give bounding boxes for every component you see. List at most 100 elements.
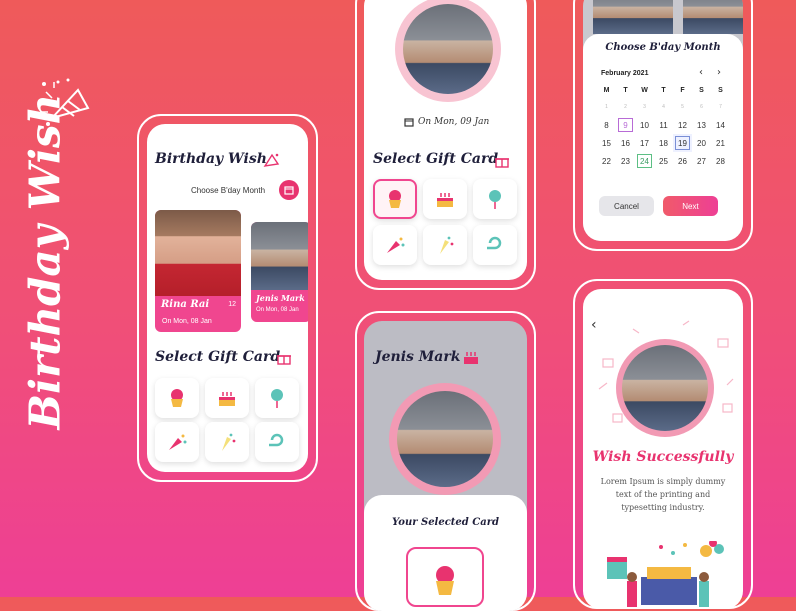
success-screen: ‹ Wish Successfully Lorem Ipsum is simpl…: [583, 289, 743, 609]
celebration-illustration: [607, 541, 724, 607]
day-cell[interactable]: 26: [673, 152, 692, 170]
weekday-label: T: [661, 86, 666, 94]
home-title: Birthday Wish: [155, 151, 267, 167]
person-name: Jenis Mark: [256, 293, 305, 303]
birthday-date: On Mon, 09 Jan: [404, 117, 489, 127]
day-cell[interactable]: 25: [654, 152, 673, 170]
day-cell[interactable]: 5: [673, 98, 692, 116]
gift-section-title: Select Gift Card: [373, 151, 499, 167]
week-row: 15 16 17 18 19 20 21: [597, 134, 730, 152]
person-card-jenis[interactable]: Jenis Mark On Mon, 08 Jan: [251, 222, 308, 322]
person-title: Jenis Mark: [375, 349, 461, 365]
person-card-rina[interactable]: Rina Rai 12 On Mon, 08 Jan: [155, 210, 241, 332]
gift-icon: [495, 158, 509, 168]
day-cell[interactable]: 1: [597, 98, 616, 116]
day-cell[interactable]: 22: [597, 152, 616, 170]
gift-card-lollipop[interactable]: [473, 179, 517, 219]
day-cell[interactable]: 27: [692, 152, 711, 170]
selected-screen: Jenis Mark Your Selected Card: [364, 321, 527, 611]
week-row: 1234567: [597, 98, 730, 116]
person-age: 12: [228, 301, 236, 308]
day-cell[interactable]: 4: [654, 98, 673, 116]
gift-card-blower[interactable]: [255, 422, 299, 462]
selected-card-title: Your Selected Card: [392, 517, 499, 528]
cancel-button[interactable]: Cancel: [599, 196, 654, 216]
calendar-button[interactable]: [279, 180, 299, 200]
day-cell[interactable]: 2: [616, 98, 635, 116]
gift-card-popper[interactable]: [373, 225, 417, 265]
avatar-ring: [389, 383, 501, 495]
day-cell[interactable]: 21: [711, 134, 730, 152]
cupcake-icon: [171, 389, 183, 407]
party-blower-icon: [269, 433, 284, 447]
week-row: 22 23 24 25 26 27 28: [597, 152, 730, 170]
party-popper-icon: [263, 153, 280, 167]
day-cell[interactable]: 14: [711, 116, 730, 134]
day-cell[interactable]: 28: [711, 152, 730, 170]
cake-icon: [437, 193, 453, 207]
weekday-label: F: [680, 86, 685, 94]
avatar-ring: [395, 0, 501, 102]
avatar: [403, 4, 493, 94]
day-cell[interactable]: 23: [616, 152, 635, 170]
day-cell[interactable]: 18: [654, 134, 673, 152]
day-cell-selected[interactable]: 9: [616, 116, 635, 134]
person-photo: [251, 222, 308, 290]
day-cell-today[interactable]: 24: [635, 152, 654, 170]
gift-card-confetti[interactable]: [423, 225, 467, 265]
person-photo: [593, 0, 673, 34]
day-cell[interactable]: 7: [711, 98, 730, 116]
gift-card-blower[interactable]: [473, 225, 517, 265]
next-button[interactable]: Next: [663, 196, 718, 216]
day-cell[interactable]: 17: [635, 134, 654, 152]
party-popper-icon: [387, 237, 405, 253]
avatar: [622, 345, 708, 431]
picker-title: Choose B'day Month: [605, 42, 721, 53]
month-label: February 2021: [601, 70, 649, 77]
weekday-row: MTWTFSS: [597, 82, 730, 98]
week-row: 8 9 10 11 12 13 14: [597, 116, 730, 134]
calendar-icon: [284, 186, 294, 195]
calendar-grid: MTWTFSS 1234567 8 9 10 11 12 13 14 15 16 17 18 19 2…: [597, 82, 730, 170]
day-cell[interactable]: 11: [654, 116, 673, 134]
person-date: On Mon, 08 Jan: [162, 318, 212, 325]
person-name: Rina Rai: [161, 299, 210, 310]
weekday-label: M: [603, 86, 610, 94]
gift-card-popper[interactable]: [155, 422, 199, 462]
gift-card-lollipop[interactable]: [255, 378, 299, 418]
success-title: Wish Successfully: [592, 449, 734, 465]
gift-card-cake[interactable]: [205, 378, 249, 418]
calendar-screen: Choose B'day Month February 2021 ‹ › M T W…: [583, 0, 743, 241]
lollipop-icon: [489, 190, 501, 209]
weekday-label: T: [623, 86, 628, 94]
day-cell[interactable]: 8: [597, 116, 616, 134]
person-photo: [683, 0, 743, 34]
cake-icon: [219, 392, 235, 406]
selected-card-sheet: Your Selected Card: [364, 495, 527, 611]
person-photo: [155, 210, 241, 296]
day-cell[interactable]: 16: [616, 134, 635, 152]
day-cell[interactable]: 6: [692, 98, 711, 116]
day-cell[interactable]: 20: [692, 134, 711, 152]
party-popper-icon: [169, 434, 187, 450]
next-month-button[interactable]: ›: [717, 67, 721, 78]
prev-month-button[interactable]: ‹: [699, 67, 703, 78]
day-cell-highlighted[interactable]: 19: [673, 134, 692, 152]
avatar-ring: [616, 339, 714, 437]
weekday-label: S: [699, 86, 704, 94]
gift-card-cake[interactable]: [423, 179, 467, 219]
day-cell[interactable]: 3: [635, 98, 654, 116]
gift-card-confetti[interactable]: [205, 422, 249, 462]
day-cell[interactable]: 10: [635, 116, 654, 134]
gift-card-cupcake[interactable]: [373, 179, 417, 219]
weekday-label: W: [641, 86, 648, 94]
gift-card-cupcake[interactable]: [155, 378, 199, 418]
confetti-icon: [222, 433, 236, 451]
party-blower-icon: [487, 236, 502, 250]
day-cell[interactable]: 15: [597, 134, 616, 152]
cake-icon: [464, 352, 478, 364]
day-cell[interactable]: 12: [673, 116, 692, 134]
day-cell[interactable]: 13: [692, 116, 711, 134]
selected-gift-card[interactable]: [406, 547, 484, 607]
party-popper-icon: [40, 78, 90, 126]
